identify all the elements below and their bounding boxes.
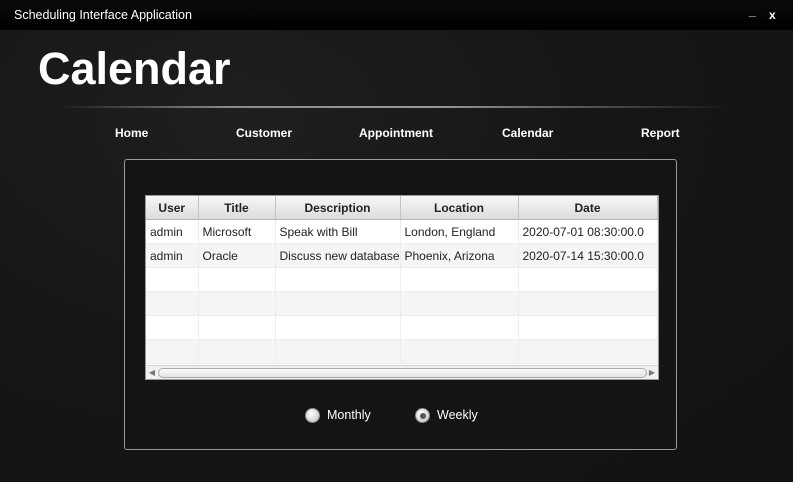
table-row[interactable]: admin Oracle Discuss new database Phoeni… — [146, 243, 658, 268]
page-title: Calendar — [38, 43, 231, 94]
column-header-location[interactable]: Location — [400, 196, 519, 220]
cell-title: Oracle — [198, 243, 276, 268]
weekly-label[interactable]: Weekly — [437, 408, 478, 422]
window-title: Scheduling Interface Application — [14, 8, 192, 22]
arrow-left-icon[interactable]: ◀ — [147, 367, 157, 378]
monthly-label[interactable]: Monthly — [327, 408, 371, 422]
cell-title: Microsoft — [198, 219, 276, 244]
main-content: Calendar Home Customer Appointment Calen… — [0, 30, 793, 482]
cell-description: Speak with Bill — [275, 219, 401, 244]
radio-dot — [419, 412, 426, 419]
cell-user: admin — [146, 219, 199, 244]
minimize-button[interactable]: _ — [749, 4, 756, 18]
empty-table-row — [146, 291, 658, 316]
column-header-title[interactable]: Title — [198, 196, 276, 220]
horizontal-scrollbar[interactable]: ◀ ▶ — [146, 365, 658, 379]
empty-table-row — [146, 315, 658, 340]
app-window: Scheduling Interface Application _ x Cal… — [0, 0, 793, 482]
column-header-date[interactable]: Date — [518, 196, 658, 220]
empty-table-row — [146, 267, 658, 292]
column-header-description[interactable]: Description — [275, 196, 401, 220]
cell-date: 2020-07-01 08:30:00.0 — [518, 219, 658, 244]
table-row[interactable]: admin Microsoft Speak with Bill London, … — [146, 219, 658, 244]
radio-checked-icon[interactable] — [415, 408, 430, 423]
close-button[interactable]: x — [769, 8, 776, 22]
nav-item-appointment[interactable]: Appointment — [359, 126, 433, 140]
column-header-user[interactable]: User — [146, 196, 199, 220]
nav-item-home[interactable]: Home — [115, 126, 148, 140]
nav-bar: Home Customer Appointment Calendar Repor… — [0, 126, 793, 142]
cell-location: Phoenix, Arizona — [400, 243, 519, 268]
arrow-right-icon[interactable]: ▶ — [647, 367, 657, 378]
calendar-panel: User Title Description Location Date adm… — [124, 159, 677, 450]
radio-unchecked-icon[interactable] — [305, 408, 320, 423]
cell-user: admin — [146, 243, 199, 268]
title-bar: Scheduling Interface Application _ x — [0, 0, 793, 30]
nav-item-report[interactable]: Report — [641, 126, 680, 140]
appointments-table[interactable]: User Title Description Location Date adm… — [145, 195, 659, 380]
nav-item-calendar[interactable]: Calendar — [502, 126, 553, 140]
empty-table-row — [146, 339, 658, 364]
cell-date: 2020-07-14 15:30:00.0 — [518, 243, 658, 268]
header-divider — [60, 106, 730, 108]
cell-location: London, England — [400, 219, 519, 244]
nav-item-customer[interactable]: Customer — [236, 126, 292, 140]
scrollbar-thumb[interactable] — [158, 368, 647, 378]
cell-description: Discuss new database — [275, 243, 401, 268]
table-header-row: User Title Description Location Date — [146, 196, 658, 220]
view-toggle-group: Monthly Weekly — [125, 407, 676, 427]
